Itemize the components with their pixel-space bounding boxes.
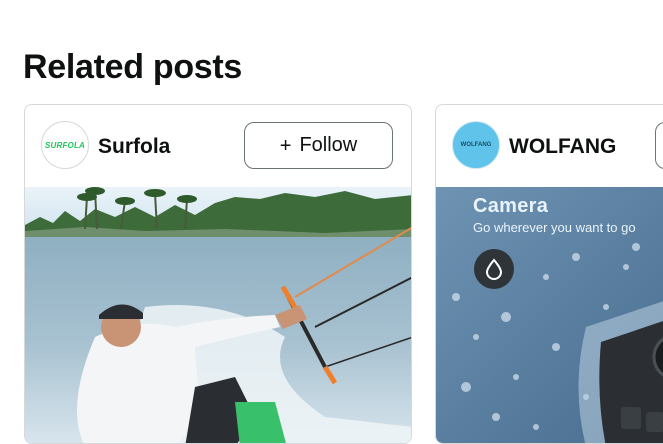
plus-icon: + xyxy=(279,134,292,157)
follow-label: Follow xyxy=(299,134,358,156)
brand-logo-text: SURFOLA xyxy=(44,140,86,150)
brand-name[interactable]: WOLFANG xyxy=(509,135,616,159)
promo-subline: Go wherever you want to go xyxy=(473,220,636,235)
post-image-kitesurfer[interactable] xyxy=(25,187,411,443)
post-card-surfola[interactable]: SURFOLA Surfola + Follow xyxy=(24,104,412,444)
card-header: WOLFANG WOLFANG xyxy=(436,105,663,187)
follow-button[interactable]: + Follow xyxy=(244,122,393,169)
section-title: Related posts xyxy=(23,48,243,86)
kitesurfer-photo xyxy=(25,187,411,443)
brand-name[interactable]: Surfola xyxy=(98,135,170,159)
post-image-camera[interactable]: Camera Go wherever you want to go xyxy=(436,187,663,443)
brand-avatar[interactable]: SURFOLA xyxy=(41,121,89,169)
water-drop-icon xyxy=(474,249,514,289)
promo-headline: Camera xyxy=(473,195,549,217)
brand-avatar[interactable]: WOLFANG xyxy=(452,121,500,169)
card-header: SURFOLA Surfola + Follow xyxy=(25,105,411,187)
follow-button[interactable] xyxy=(655,122,663,169)
brand-logo-text: WOLFANG xyxy=(460,142,492,148)
post-card-wolfang[interactable]: WOLFANG WOLFANG Camera Go wherever you w… xyxy=(435,104,663,444)
